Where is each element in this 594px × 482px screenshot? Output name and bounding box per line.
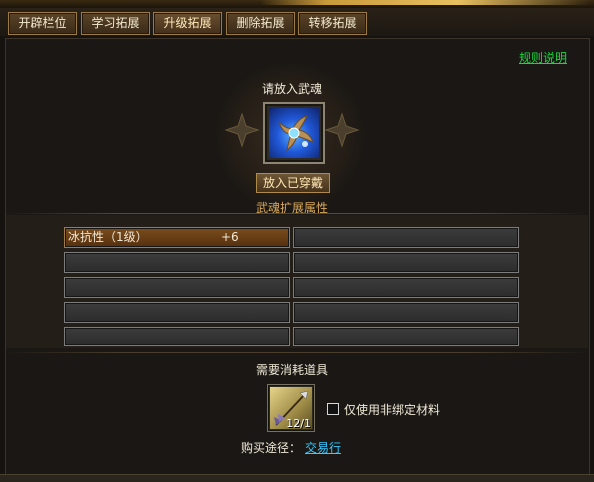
attribute-cell-empty[interactable] (64, 327, 290, 346)
consumables-label: 需要消耗道具 (255, 363, 328, 377)
attribute-cell-empty[interactable] (64, 302, 290, 323)
non-bound-materials-checkbox[interactable] (327, 403, 339, 415)
purchase-route-label: 购买途径： (241, 441, 302, 455)
attribute-cell-empty[interactable] (64, 252, 290, 273)
divider (5, 352, 589, 353)
insert-equipped-button[interactable]: 放入已穿戴 (256, 173, 330, 193)
tab-open-slot[interactable]: 开辟栏位 (8, 12, 77, 35)
tab-learn-extension[interactable]: 学习拓展 (81, 12, 150, 35)
checkbox-label: 仅使用非绑定材料 (344, 403, 441, 417)
rules-link[interactable]: 规则说明 (519, 49, 567, 66)
right-ornament-icon (324, 112, 360, 148)
tab-transfer-extension[interactable]: 转移拓展 (298, 12, 367, 35)
attribute-cell-empty[interactable] (293, 227, 519, 248)
attribute-cell-empty[interactable] (293, 277, 519, 298)
item-count: 12/1 (286, 417, 311, 430)
soul-prompt: 请放入武魂 (261, 82, 322, 96)
weapon-soul-slot[interactable] (263, 102, 325, 164)
attribute-value: +6 (221, 230, 239, 244)
attribute-cell-empty[interactable] (64, 277, 290, 298)
attribute-cell-empty[interactable] (293, 252, 519, 273)
trade-market-link[interactable]: 交易行 (305, 439, 341, 456)
attribute-cell-empty[interactable] (293, 327, 519, 346)
attribute-name: 冰抗性（1级） (68, 230, 148, 244)
tab-delete-extension[interactable]: 删除拓展 (226, 12, 295, 35)
tab-bar: 开辟栏位 学习拓展 升级拓展 删除拓展 转移拓展 (0, 8, 594, 36)
top-glow (260, 0, 590, 5)
attribute-cell[interactable]: 冰抗性（1级） +6 (64, 227, 290, 248)
attribute-cell-empty[interactable] (293, 302, 519, 323)
weapon-soul-icon (269, 108, 319, 158)
tab-upgrade-extension[interactable]: 升级拓展 (153, 12, 222, 35)
divider (5, 213, 589, 214)
left-ornament-icon (224, 112, 260, 148)
consumable-item-slot[interactable]: 12/1 (267, 384, 315, 432)
